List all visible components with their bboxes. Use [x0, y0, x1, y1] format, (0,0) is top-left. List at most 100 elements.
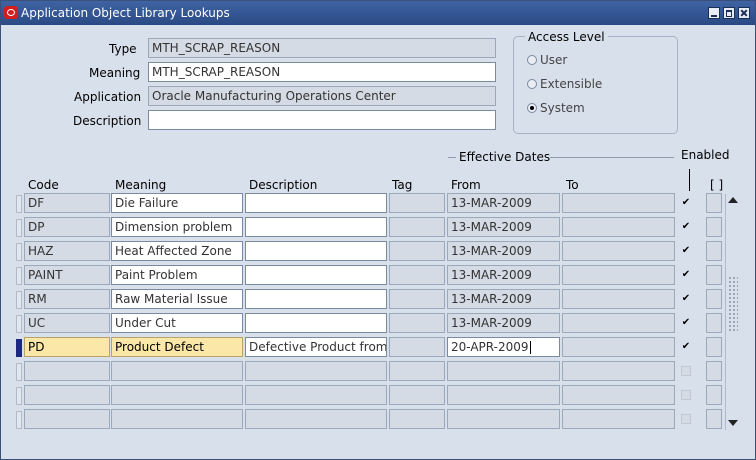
minimize-icon[interactable]	[708, 7, 720, 19]
enabled-checkbox[interactable]	[681, 342, 691, 352]
flex-field-cell[interactable]	[706, 409, 722, 429]
cell-description[interactable]	[245, 217, 387, 237]
enabled-checkbox[interactable]	[681, 390, 691, 400]
cell-from[interactable]: 13-MAR-2009	[447, 217, 560, 237]
cell-to[interactable]	[562, 241, 675, 261]
cell-tag[interactable]	[389, 313, 445, 333]
cell-code[interactable]	[24, 385, 110, 405]
enabled-checkbox[interactable]	[681, 414, 691, 424]
vertical-scrollbar[interactable]	[725, 194, 740, 430]
type-field[interactable]: MTH_SCRAP_REASON	[148, 38, 496, 58]
flex-field-cell[interactable]	[706, 361, 722, 381]
cell-code[interactable]: HAZ	[24, 241, 110, 261]
cell-description[interactable]	[245, 265, 387, 285]
cell-to[interactable]	[562, 289, 675, 309]
scroll-down-icon[interactable]	[728, 420, 738, 426]
cell-description[interactable]	[245, 361, 387, 381]
cell-meaning[interactable]	[111, 385, 243, 405]
close-icon[interactable]	[738, 7, 750, 19]
row-indicator[interactable]	[16, 387, 22, 405]
cell-description[interactable]	[245, 313, 387, 333]
cell-to[interactable]	[562, 313, 675, 333]
cell-from[interactable]: 13-MAR-2009	[447, 241, 560, 261]
extensible-radio[interactable]	[527, 79, 537, 89]
enabled-checkbox[interactable]	[681, 318, 691, 328]
cell-code[interactable]: DF	[24, 193, 110, 213]
user-radio[interactable]	[527, 55, 537, 65]
cell-from[interactable]	[447, 409, 560, 429]
row-indicator[interactable]	[16, 267, 22, 285]
row-indicator[interactable]	[16, 339, 22, 357]
flex-field-cell[interactable]	[706, 337, 722, 357]
flex-field-cell[interactable]	[706, 313, 722, 333]
meaning-field[interactable]: MTH_SCRAP_REASON	[148, 62, 496, 82]
cell-code[interactable]	[24, 361, 110, 381]
cell-meaning[interactable]: Die Failure	[111, 193, 243, 213]
cell-meaning[interactable]: Heat Affected Zone	[111, 241, 243, 261]
cell-description[interactable]	[245, 385, 387, 405]
row-indicator[interactable]	[16, 315, 22, 333]
flex-field-cell[interactable]	[706, 265, 722, 285]
cell-code[interactable]: RM	[24, 289, 110, 309]
cell-to[interactable]	[562, 193, 675, 213]
cell-meaning[interactable]: Dimension problem	[111, 217, 243, 237]
cell-meaning[interactable]: Paint Problem	[111, 265, 243, 285]
maximize-icon[interactable]	[723, 7, 735, 19]
user-radio-label[interactable]: User	[540, 53, 567, 67]
cell-tag[interactable]	[389, 337, 445, 357]
description-field[interactable]	[148, 110, 496, 130]
cell-description[interactable]	[245, 289, 387, 309]
cell-description[interactable]: Defective Product from S	[245, 337, 387, 357]
row-indicator[interactable]	[16, 411, 22, 429]
cell-tag[interactable]	[389, 361, 445, 381]
cell-meaning[interactable]	[111, 409, 243, 429]
enabled-checkbox[interactable]	[681, 222, 691, 232]
cell-tag[interactable]	[389, 265, 445, 285]
row-indicator[interactable]	[16, 291, 22, 309]
cell-meaning[interactable]: Raw Material Issue	[111, 289, 243, 309]
cell-from[interactable]: 20-APR-2009	[447, 337, 560, 357]
cell-to[interactable]	[562, 409, 675, 429]
system-radio-label[interactable]: System	[540, 101, 585, 115]
cell-tag[interactable]	[389, 409, 445, 429]
row-indicator[interactable]	[16, 195, 22, 213]
cell-code[interactable]: PD	[24, 337, 110, 357]
cell-to[interactable]	[562, 385, 675, 405]
cell-meaning[interactable]	[111, 361, 243, 381]
flex-field-cell[interactable]	[706, 385, 722, 405]
row-indicator[interactable]	[16, 219, 22, 237]
cell-to[interactable]	[562, 265, 675, 285]
cell-to[interactable]	[562, 337, 675, 357]
extensible-radio-label[interactable]: Extensible	[540, 77, 602, 91]
cell-tag[interactable]	[389, 385, 445, 405]
flex-field-cell[interactable]	[706, 289, 722, 309]
cell-tag[interactable]	[389, 193, 445, 213]
cell-from[interactable]: 13-MAR-2009	[447, 193, 560, 213]
scroll-up-icon[interactable]	[728, 197, 738, 203]
cell-from[interactable]: 13-MAR-2009	[447, 313, 560, 333]
cell-tag[interactable]	[389, 241, 445, 261]
cell-from[interactable]	[447, 361, 560, 381]
cell-code[interactable]: DP	[24, 217, 110, 237]
enabled-checkbox[interactable]	[681, 294, 691, 304]
scroll-thumb[interactable]	[728, 276, 738, 332]
flex-field-cell[interactable]	[706, 217, 722, 237]
cell-description[interactable]	[245, 193, 387, 213]
cell-description[interactable]	[245, 241, 387, 261]
enabled-checkbox[interactable]	[681, 270, 691, 280]
enabled-checkbox[interactable]	[681, 246, 691, 256]
cell-to[interactable]	[562, 217, 675, 237]
row-indicator[interactable]	[16, 363, 22, 381]
system-radio[interactable]	[527, 103, 537, 113]
cell-tag[interactable]	[389, 289, 445, 309]
cell-code[interactable]: PAINT	[24, 265, 110, 285]
enabled-checkbox[interactable]	[681, 198, 691, 208]
title-bar[interactable]: Application Object Library Lookups	[1, 1, 755, 25]
cell-from[interactable]	[447, 385, 560, 405]
cell-code[interactable]	[24, 409, 110, 429]
flex-field-cell[interactable]	[706, 193, 722, 213]
row-indicator[interactable]	[16, 243, 22, 261]
cell-description[interactable]	[245, 409, 387, 429]
cell-from[interactable]: 13-MAR-2009	[447, 265, 560, 285]
flex-field-cell[interactable]	[706, 241, 722, 261]
